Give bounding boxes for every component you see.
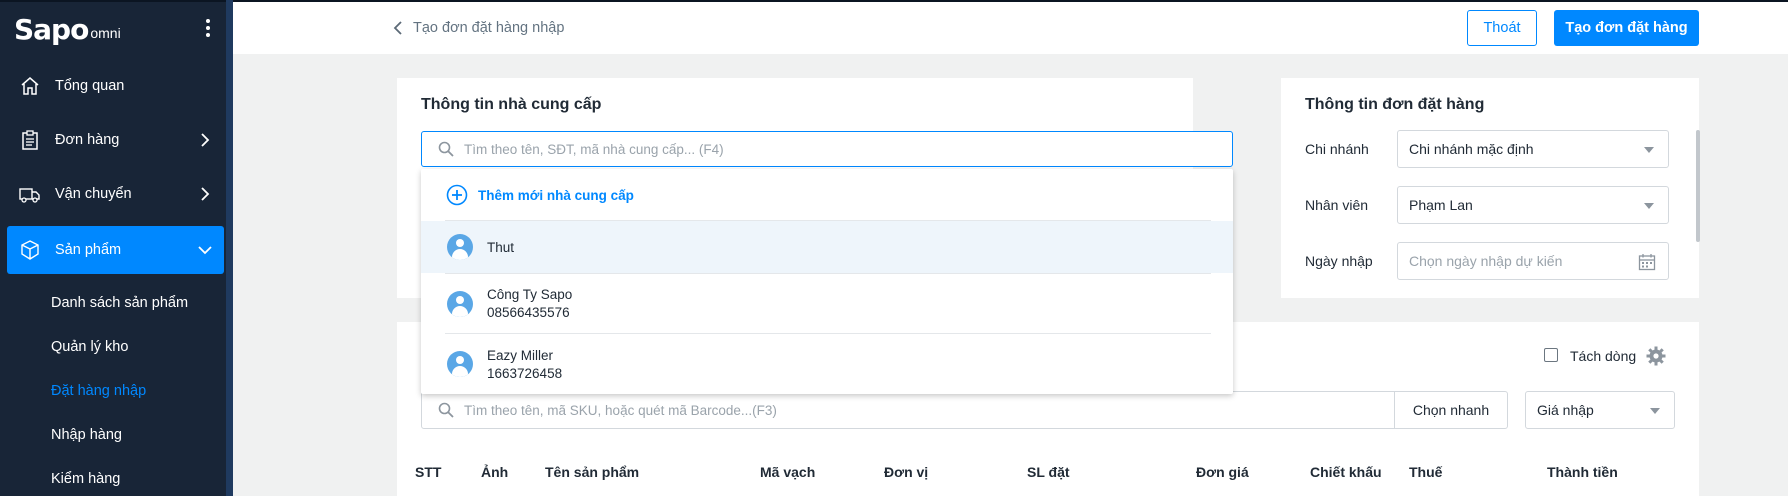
supplier-option[interactable]: Thut bbox=[421, 221, 1233, 273]
add-supplier-option[interactable]: Thêm mới nhà cung cấp bbox=[421, 169, 1233, 221]
product-box-icon bbox=[19, 239, 41, 261]
sidebar-subitem-receive-goods[interactable]: Nhập hàng bbox=[51, 427, 122, 443]
sidebar-item-label: Đơn hàng bbox=[55, 132, 120, 148]
branch-value: Chi nhánh mặc định bbox=[1409, 141, 1534, 157]
branch-label: Chi nhánh bbox=[1305, 141, 1369, 157]
column-header-barcode: Mã vạch bbox=[760, 464, 816, 480]
search-icon bbox=[438, 402, 454, 418]
sidebar-subitem-purchase-orders[interactable]: Đặt hàng nhập bbox=[51, 383, 146, 399]
gear-icon[interactable] bbox=[1646, 346, 1666, 366]
caret-down-icon bbox=[1644, 147, 1654, 153]
top-border bbox=[0, 0, 233, 2]
user-avatar-icon bbox=[447, 290, 473, 317]
orders-icon bbox=[19, 129, 41, 151]
sidebar-subitem-product-list[interactable]: Danh sách sản phẩm bbox=[51, 295, 188, 311]
sidebar-subitem-inventory[interactable]: Quản lý kho bbox=[51, 339, 128, 355]
price-type-select[interactable]: Giá nhập bbox=[1525, 391, 1675, 429]
sidebar-item-label: Tổng quan bbox=[55, 78, 125, 94]
order-info-card: Thông tin đơn đặt hàng Chi nhánh Chi nhá… bbox=[1281, 78, 1699, 298]
column-header-product-name: Tên sản phẩm bbox=[545, 464, 640, 480]
product-search-placeholder: Tìm theo tên, mã SKU, hoặc quét mã Barco… bbox=[464, 402, 777, 418]
supplier-phone: 1663726458 bbox=[487, 365, 563, 381]
home-icon bbox=[19, 75, 41, 97]
supplier-name: Thut bbox=[487, 239, 515, 255]
split-line-checkbox[interactable] bbox=[1544, 348, 1558, 362]
supplier-phone: 08566435576 bbox=[487, 305, 570, 320]
sidebar-item-products[interactable]: Sản phẩm bbox=[7, 226, 224, 274]
sidebar-item-label: Sản phẩm bbox=[55, 242, 122, 258]
chevron-down-icon bbox=[198, 246, 212, 255]
exit-button[interactable]: Thoát bbox=[1467, 10, 1537, 46]
supplier-search-placeholder: Tìm theo tên, SĐT, mã nhà cung cấp... (F… bbox=[464, 141, 724, 157]
sidebar-item-orders[interactable]: Đơn hàng bbox=[7, 116, 224, 164]
price-type-value: Giá nhập bbox=[1537, 402, 1594, 418]
logo-brand: Sapo bbox=[14, 13, 89, 46]
column-header-unit-price: Đơn giá bbox=[1196, 464, 1249, 480]
column-header-unit: Đơn vị bbox=[884, 464, 929, 480]
branch-select[interactable]: Chi nhánh mặc định bbox=[1397, 130, 1669, 168]
order-info-title: Thông tin đơn đặt hàng bbox=[1305, 96, 1485, 113]
column-header-tax: Thuế bbox=[1409, 464, 1443, 480]
staff-label: Nhân viên bbox=[1305, 197, 1369, 213]
supplier-card-title: Thông tin nhà cung cấp bbox=[421, 96, 602, 113]
sidebar-item-label: Vận chuyển bbox=[55, 186, 132, 202]
date-picker-input[interactable]: Chọn ngày nhập dự kiến bbox=[1397, 242, 1669, 280]
date-label: Ngày nhập bbox=[1305, 253, 1373, 269]
app-logo[interactable]: Sapo omni bbox=[14, 10, 121, 46]
create-order-button[interactable]: Tạo đơn đặt hàng bbox=[1554, 10, 1699, 46]
column-header-total: Thành tiền bbox=[1547, 464, 1618, 480]
column-header-image: Ảnh bbox=[481, 464, 509, 480]
date-placeholder: Chọn ngày nhập dự kiến bbox=[1409, 253, 1563, 269]
page-scrollbar-thumb[interactable] bbox=[1696, 130, 1700, 242]
product-search-input[interactable]: Tìm theo tên, mã SKU, hoặc quét mã Barco… bbox=[421, 391, 1395, 429]
plus-circle-icon bbox=[446, 184, 468, 206]
staff-select[interactable]: Phạm Lan bbox=[1397, 186, 1669, 224]
calendar-icon bbox=[1638, 254, 1656, 271]
quick-pick-button[interactable]: Chọn nhanh bbox=[1394, 391, 1508, 429]
supplier-name: Công Ty Sapo bbox=[487, 287, 573, 302]
column-header-quantity: SL đặt bbox=[1027, 464, 1070, 480]
supplier-option[interactable]: Eazy Miller 1663726458 bbox=[421, 334, 1233, 394]
logo-suffix: omni bbox=[90, 25, 121, 41]
sidebar-item-overview[interactable]: Tổng quan bbox=[7, 62, 224, 110]
sidebar-subitem-stock-check[interactable]: Kiểm hàng bbox=[51, 471, 120, 487]
sidebar-scroll-rail[interactable] bbox=[226, 0, 233, 496]
user-avatar-icon bbox=[447, 351, 473, 377]
top-header: Tạo đơn đặt hàng nhập Thoát Tạo đơn đặt … bbox=[233, 0, 1788, 54]
supplier-dropdown: Thêm mới nhà cung cấp Thut Công Ty Sapo … bbox=[421, 169, 1233, 394]
supplier-search-input[interactable]: Tìm theo tên, SĐT, mã nhà cung cấp... (F… bbox=[421, 131, 1233, 167]
staff-value: Phạm Lan bbox=[1409, 197, 1473, 213]
shipping-icon bbox=[19, 183, 41, 205]
chevron-left-icon bbox=[393, 21, 402, 35]
caret-down-icon bbox=[1650, 408, 1660, 414]
caret-down-icon bbox=[1644, 203, 1654, 209]
chevron-right-icon bbox=[201, 187, 210, 201]
search-icon bbox=[438, 141, 454, 157]
split-line-label: Tách dòng bbox=[1570, 348, 1637, 364]
sidebar-item-shipping[interactable]: Vận chuyển bbox=[7, 170, 224, 218]
chevron-right-icon bbox=[201, 133, 210, 147]
add-supplier-label: Thêm mới nhà cung cấp bbox=[478, 187, 634, 203]
page-title: Tạo đơn đặt hàng nhập bbox=[413, 20, 565, 36]
sidebar: Sapo omni Tổng quan Đơn hàng Vận chuyển … bbox=[0, 0, 233, 496]
supplier-name: Eazy Miller bbox=[487, 347, 554, 363]
supplier-option[interactable]: Công Ty Sapo 08566435576 bbox=[421, 274, 1233, 333]
back-link[interactable]: Tạo đơn đặt hàng nhập bbox=[393, 20, 564, 36]
column-header-discount: Chiết khấu bbox=[1310, 464, 1382, 480]
column-header-stt: STT bbox=[415, 464, 442, 480]
more-options-icon[interactable] bbox=[203, 19, 213, 39]
user-avatar-icon bbox=[447, 234, 473, 260]
